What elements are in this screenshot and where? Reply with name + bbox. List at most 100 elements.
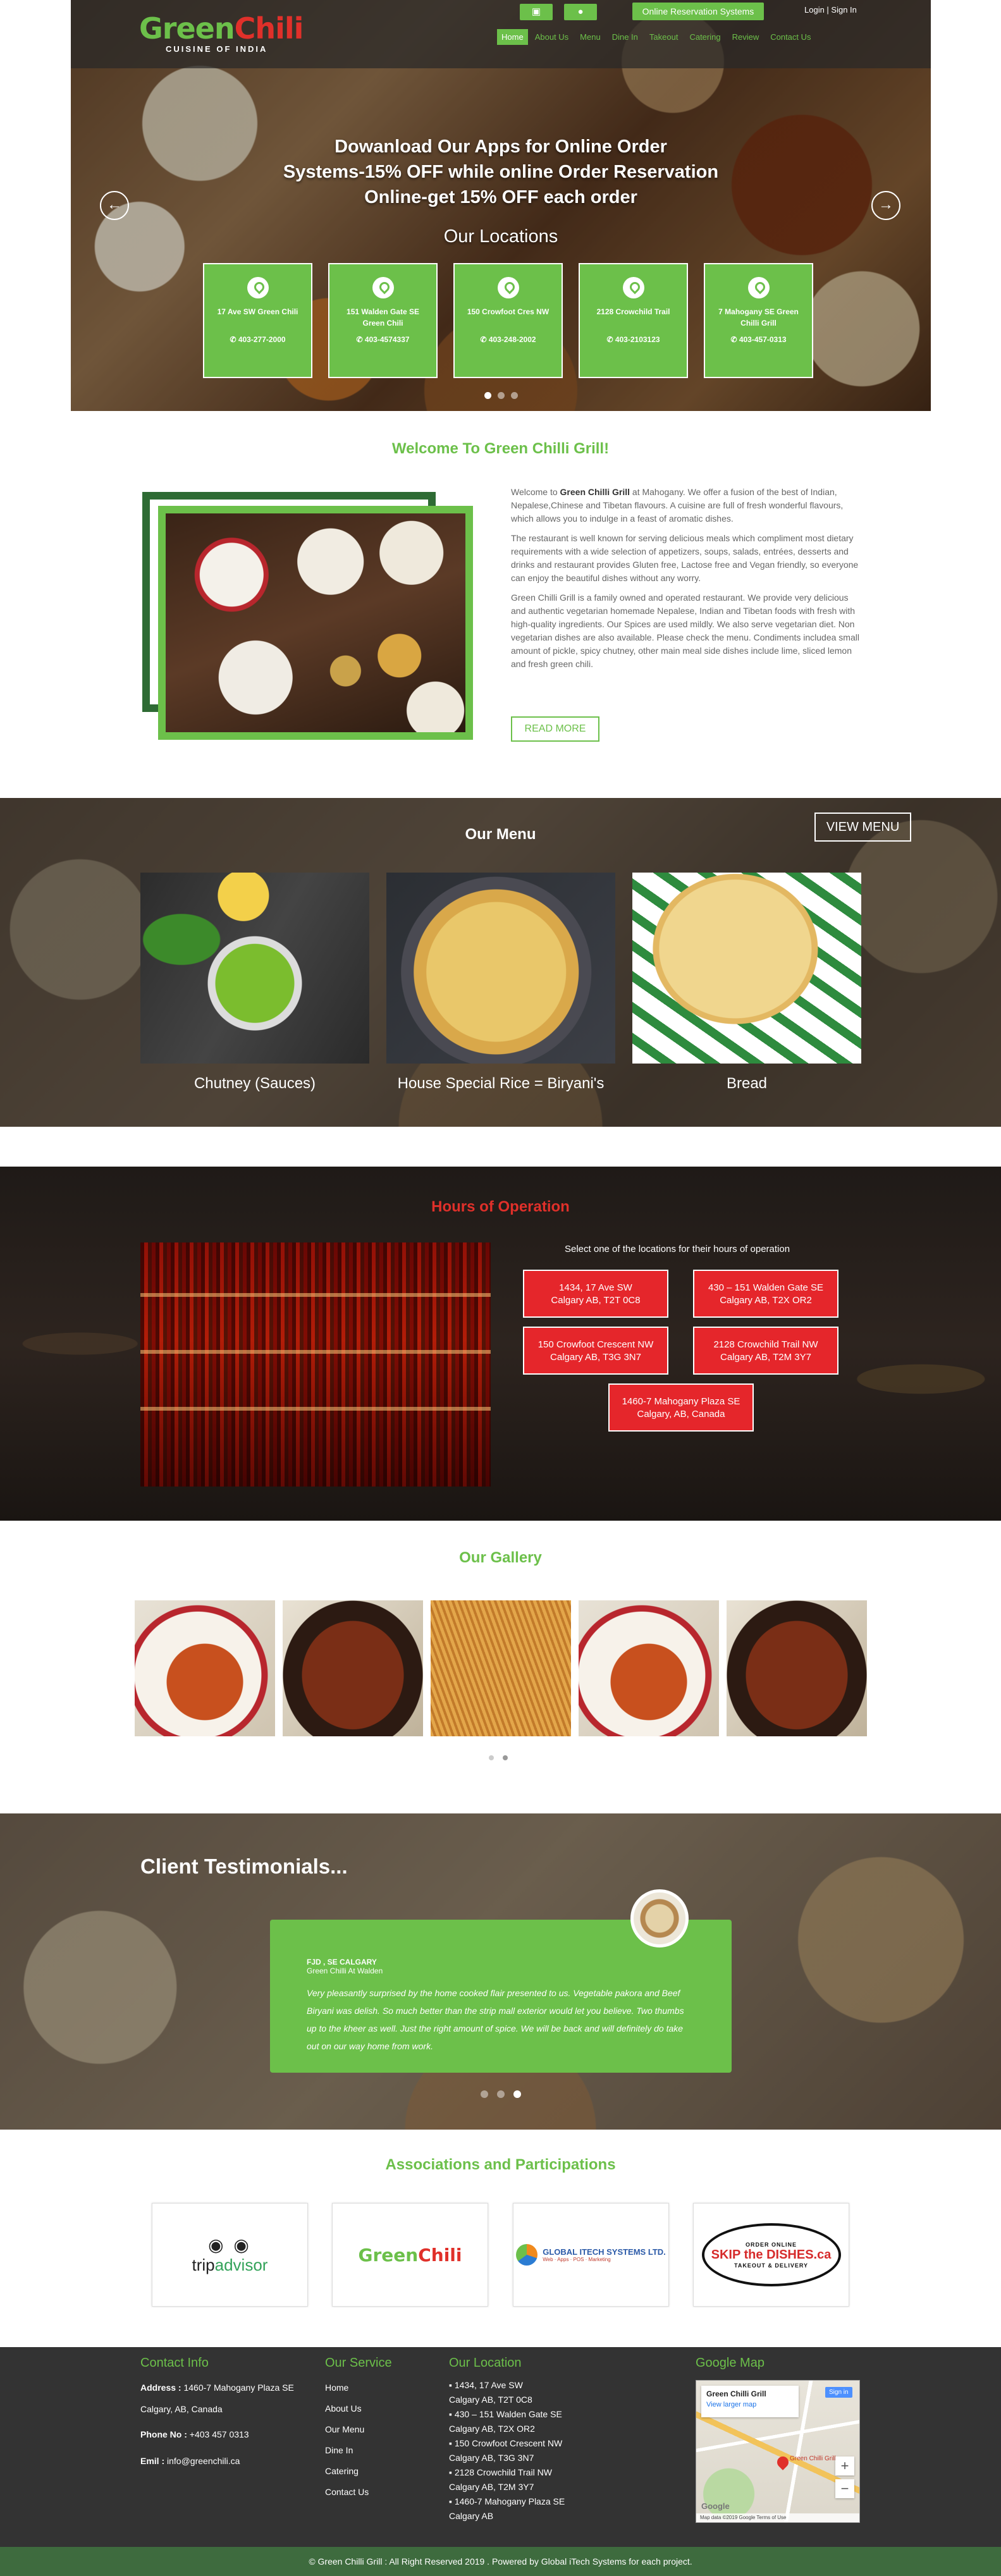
phone-label: Phone No : — [140, 2429, 187, 2439]
green-chili-logo-box[interactable]: GreenChili — [332, 2203, 488, 2307]
menu-card-chutney[interactable]: Chutney (Sauces) — [140, 873, 369, 1093]
footer-location-line: ▪ 150 Crowfoot Crescent NW — [449, 2438, 563, 2448]
slider-dot[interactable] — [484, 392, 491, 399]
map-pin-icon — [372, 277, 394, 298]
online-reservation-button[interactable]: Online Reservation Systems — [632, 3, 764, 20]
hours-location-button[interactable]: 1460-7 Mahogany Plaza SE Calgary, AB, Ca… — [608, 1383, 754, 1432]
slider-dot[interactable] — [497, 392, 505, 399]
slider-dot[interactable] — [510, 392, 518, 399]
location-phone: ✆ 403-248-2002 — [480, 335, 536, 344]
menu-card-biryani[interactable]: House Special Rice = Biryani's — [386, 873, 615, 1093]
chutney-image — [140, 873, 369, 1064]
nav-home[interactable]: Home — [497, 29, 528, 45]
nav-review[interactable]: Review — [728, 29, 764, 45]
gallery-image[interactable] — [727, 1600, 867, 1736]
welcome-p1-bold: Green Chilli Grill — [560, 487, 630, 497]
testimonial-dot[interactable] — [513, 2090, 521, 2098]
skip-the-dishes-logo: ORDER ONLINE SKIP the DISHES.ca TAKEOUT … — [701, 2223, 841, 2286]
hours-title: Hours of Operation — [431, 1198, 570, 1215]
hours-line-1: 430 – 151 Walden Gate SE — [708, 1282, 824, 1293]
footer-location-line: Calgary AB, T2T 0C8 — [449, 2395, 532, 2405]
testimonial-dot[interactable] — [481, 2090, 488, 2098]
gc-chili: Chili — [418, 2244, 462, 2266]
testimonials-section: Client Testimonials... FJD , SE CALGARY … — [0, 1813, 1001, 2130]
nav-contact[interactable]: Contact Us — [766, 29, 815, 45]
gallery-dot[interactable] — [489, 1755, 494, 1760]
promo-line-2: Systems-15% OFF while online Order Reser… — [283, 162, 719, 182]
logo[interactable]: GreenChili CUISINE OF INDIA — [139, 11, 304, 54]
footer-location-line: ▪ 430 – 151 Walden Gate SE — [449, 2409, 562, 2419]
tripadvisor-logo: ◉ ◉ tripadvisor — [192, 2235, 268, 2275]
slider-next-button[interactable]: → — [871, 191, 900, 220]
skip-top-text: ORDER ONLINE — [745, 2241, 797, 2248]
welcome-p1-pre: Welcome to — [511, 487, 560, 497]
service-link-dine-in[interactable]: Dine In — [325, 2445, 353, 2455]
gallery-image[interactable] — [431, 1600, 571, 1736]
hours-line-1: 2128 Crowchild Trail NW — [713, 1339, 818, 1350]
slider-prev-button[interactable]: ← — [100, 191, 129, 220]
hours-line-2: Calgary AB, T3G 3N7 — [550, 1352, 641, 1363]
hours-location-button[interactable]: 2128 Crowchild Trail NW Calgary AB, T2M … — [693, 1327, 838, 1375]
location-card[interactable]: 2128 Crowchild Trail ✆ 403-2103123 — [579, 263, 688, 378]
nav-about[interactable]: About Us — [531, 29, 573, 45]
footer-location-text: 430 – 151 Walden Gate SE — [454, 2409, 562, 2419]
gallery-image[interactable] — [135, 1600, 275, 1736]
apple-app-button[interactable]: ● — [564, 4, 597, 20]
testimonial-quote: Very pleasantly surprised by the home co… — [307, 1988, 684, 2051]
locations-title: Our Locations — [443, 226, 558, 247]
google-map[interactable]: Green Chilli Grill View larger map Sign … — [696, 2380, 860, 2523]
global-itech-logo-box[interactable]: GLOBAL ITECH SYSTEMS LTD. Web · Apps · P… — [513, 2203, 669, 2307]
android-app-button[interactable]: ▣ — [520, 4, 553, 20]
hours-location-button[interactable]: 430 – 151 Walden Gate SE Calgary AB, T2X… — [693, 1270, 838, 1318]
service-link-about[interactable]: About Us — [325, 2403, 362, 2413]
nav-dine-in[interactable]: Dine In — [608, 29, 642, 45]
service-link-catering[interactable]: Catering — [325, 2466, 359, 2476]
arrow-right-icon: → — [878, 196, 894, 213]
gallery-dot[interactable] — [503, 1755, 508, 1760]
location-card[interactable]: 150 Crowfoot Cres NW ✆ 403-248-2002 — [453, 263, 563, 378]
testimonial-dot[interactable] — [497, 2090, 505, 2098]
our-location-title: Our Location — [449, 2356, 522, 2370]
view-larger-map-link[interactable]: View larger map — [706, 2401, 794, 2408]
footer-location-text: 150 Crowfoot Crescent NW — [454, 2438, 563, 2448]
gallery-image[interactable] — [283, 1600, 423, 1736]
page: GreenChili CUISINE OF INDIA ▣ ● Online R… — [0, 0, 1001, 2576]
footer-location-line: Calgary AB — [449, 2511, 494, 2521]
login-link[interactable]: Login | Sign In — [804, 5, 857, 15]
bar-image — [140, 1242, 491, 1487]
read-more-button[interactable]: READ MORE — [511, 716, 599, 742]
location-card[interactable]: 17 Ave SW Green Chili ✆ 403-277-2000 — [203, 263, 312, 378]
bar-shelf — [140, 1407, 491, 1411]
hours-location-button[interactable]: 150 Crowfoot Crescent NW Calgary AB, T3G… — [523, 1327, 668, 1375]
nav-takeout[interactable]: Takeout — [645, 29, 683, 45]
email-value[interactable]: info@greenchili.ca — [167, 2456, 240, 2466]
menu-card-bread[interactable]: Bread — [632, 873, 861, 1093]
location-card[interactable]: 7 Mahogany SE Green Chilli Grill ✆ 403-4… — [704, 263, 813, 378]
nav-menu[interactable]: Menu — [575, 29, 605, 45]
phone-line: Phone No : +403 457 0313 — [140, 2429, 249, 2439]
welcome-paragraph-1: Welcome to Green Chilli Grill at Mahogan… — [511, 486, 862, 525]
location-card[interactable]: 151 Walden Gate SE Green Chili ✆ 403-457… — [328, 263, 438, 378]
logo-green: Green — [139, 11, 235, 46]
location-name: 151 Walden Gate SE Green Chili — [347, 307, 419, 328]
skip-the-dishes-logo-box[interactable]: ORDER ONLINE SKIP the DISHES.ca TAKEOUT … — [693, 2203, 849, 2307]
view-menu-button[interactable]: VIEW MENU — [814, 813, 911, 842]
map-marker-icon[interactable] — [775, 2454, 791, 2470]
nav-catering[interactable]: Catering — [685, 29, 725, 45]
hours-subtitle: Select one of the locations for their ho… — [565, 1244, 790, 1254]
service-link-menu[interactable]: Our Menu — [325, 2424, 364, 2434]
map-zoom-in-button[interactable]: + — [835, 2456, 854, 2475]
map-signin-button[interactable]: Sign in — [825, 2387, 852, 2398]
map-zoom-out-button[interactable]: − — [835, 2479, 854, 2498]
tripadvisor-logo-box[interactable]: ◉ ◉ tripadvisor — [152, 2203, 308, 2307]
footer-location-line: ▪ 1460-7 Mahogany Plaza SE — [449, 2496, 565, 2506]
hours-location-button[interactable]: 1434, 17 Ave SW Calgary AB, T2T 0C8 — [523, 1270, 668, 1318]
address-line: Address : 1460-7 Mahogany Plaza SE — [140, 2383, 294, 2393]
service-link-home[interactable]: Home — [325, 2383, 348, 2393]
testimonial-location: Green Chilli At Walden — [307, 1966, 383, 1975]
service-link-contact[interactable]: Contact Us — [325, 2487, 369, 2497]
main-nav: Home About Us Menu Dine In Takeout Cater… — [497, 29, 816, 45]
gallery-image[interactable] — [579, 1600, 719, 1736]
google-map-title: Google Map — [696, 2356, 765, 2370]
footer-location-line: Calgary AB, T3G 3N7 — [449, 2453, 534, 2463]
